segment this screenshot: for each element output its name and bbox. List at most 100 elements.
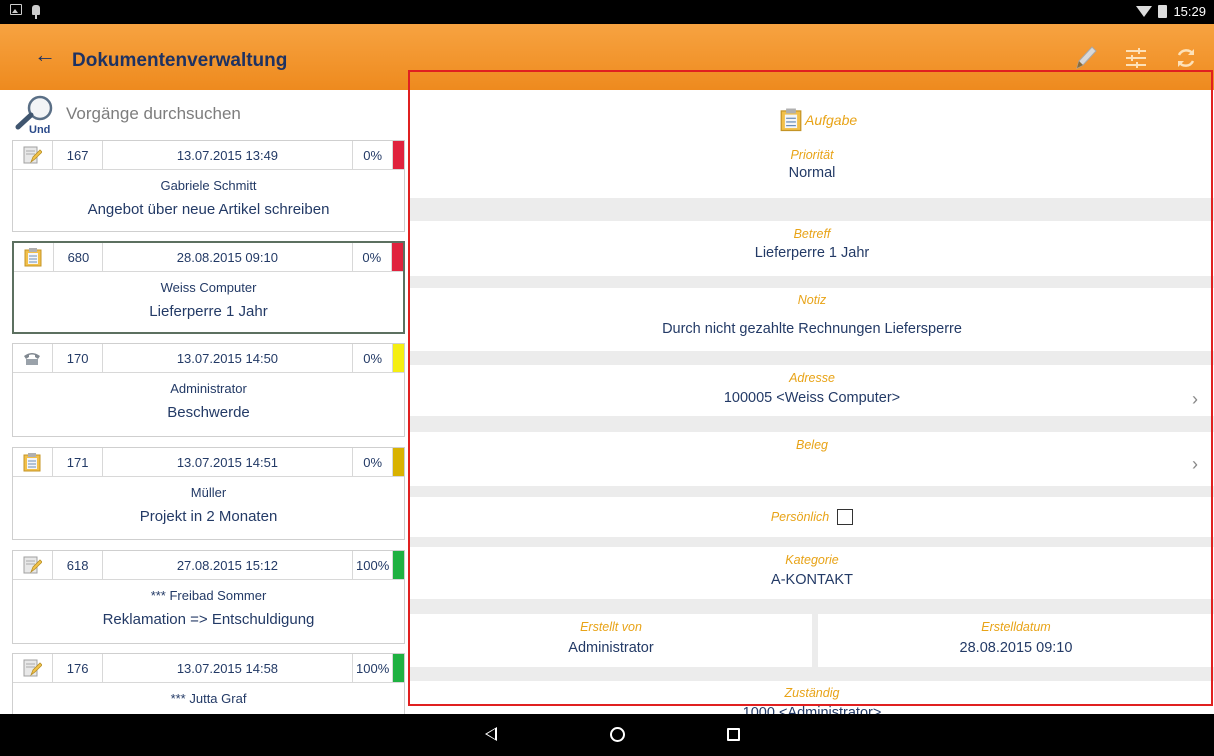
voucher-field[interactable]: Beleg › (410, 432, 1214, 486)
task-card[interactable]: 176 13.07.2015 14:58 100% *** Jutta Graf (12, 653, 405, 714)
task-subject: Lieferperre 1 Jahr (149, 303, 268, 320)
task-number: 167 (53, 141, 103, 169)
app-bar: ← Dokumentenverwaltung (0, 24, 1214, 90)
task-number: 171 (53, 448, 103, 476)
voucher-label: Beleg (796, 438, 828, 452)
task-card[interactable]: 618 27.08.2015 15:12 100% *** Freibad So… (12, 550, 405, 644)
note-field[interactable]: Notiz Durch nicht gezahlte Rechnungen Li… (410, 288, 1214, 351)
category-label: Kategorie (785, 553, 839, 567)
pin-notification-icon (32, 4, 40, 19)
system-nav-bar (0, 714, 1214, 756)
search-label: Vorgänge durchsuchen (66, 104, 241, 123)
subject-value: Lieferperre 1 Jahr (754, 245, 870, 261)
priority-color-bar (393, 654, 404, 682)
nav-back-icon[interactable] (485, 727, 497, 741)
note-edit-icon (13, 551, 53, 579)
task-person: *** Jutta Graf (170, 691, 247, 706)
chevron-right-icon[interactable]: › (1192, 454, 1198, 475)
created-date-label: Erstelldatum (981, 620, 1051, 634)
priority-value: Normal (788, 165, 836, 181)
responsible-label: Zuständig (784, 686, 840, 700)
nav-recents-icon[interactable] (727, 728, 740, 741)
task-date: 27.08.2015 15:12 (103, 551, 354, 579)
task-person: *** Freibad Sommer (150, 588, 267, 603)
priority-color-bar (393, 344, 404, 372)
created-by-value: Administrator (568, 640, 654, 656)
arrow-left-icon[interactable]: ← (34, 44, 56, 66)
magnifier-icon[interactable]: Und (12, 94, 60, 136)
task-person: Müller (190, 485, 227, 500)
task-progress: 0% (353, 448, 394, 476)
created-date-value: 28.08.2015 09:10 (959, 640, 1073, 656)
task-type-label: Aufgabe (805, 111, 858, 128)
category-value: A-KONTAKT (771, 572, 853, 588)
task-card[interactable]: 170 13.07.2015 14:50 0% Administrator Be… (12, 343, 405, 437)
task-date: 13.07.2015 14:58 (103, 654, 354, 682)
task-person: Administrator (170, 381, 247, 396)
wifi-icon (1136, 6, 1153, 17)
clipboard-icon (14, 243, 54, 271)
priority-color-bar (393, 141, 404, 169)
task-number: 618 (53, 551, 103, 579)
task-date: 13.07.2015 14:50 (103, 344, 354, 372)
task-card[interactable]: 167 13.07.2015 13:49 0% Gabriele Schmitt… (12, 140, 405, 232)
task-card-selected[interactable]: 680 28.08.2015 09:10 0% Weiss Computer L… (12, 241, 405, 334)
clipboard-icon (780, 108, 802, 132)
and-badge: Und (29, 124, 50, 134)
subject-label: Betreff (793, 227, 831, 241)
task-person: Weiss Computer (160, 280, 257, 295)
note-label: Notiz (797, 293, 827, 307)
task-subject: Projekt in 2 Monaten (139, 508, 278, 525)
status-bar: 15:29 (0, 0, 1214, 24)
task-detail-panel: Aufgabe Priorität Normal Betreff Lieferp… (410, 90, 1214, 714)
task-subject: Reklamation => Entschuldigung (102, 611, 315, 628)
responsible-value: 1000 <Administrator> (742, 705, 882, 714)
category-field[interactable]: Kategorie A-KONTAKT (410, 547, 1214, 599)
personal-label: Persönlich (770, 510, 830, 524)
nav-home-icon[interactable] (610, 727, 625, 742)
task-progress: 0% (353, 141, 394, 169)
task-progress: 100% (353, 654, 394, 682)
priority-color-bar (393, 551, 404, 579)
created-by-label: Erstellt von (580, 620, 642, 634)
task-date: 13.07.2015 13:49 (103, 141, 354, 169)
page-title: Dokumentenverwaltung (72, 50, 288, 71)
note-value: Durch nicht gezahlte Rechnungen Liefersp… (662, 321, 962, 337)
note-edit-icon (13, 141, 53, 169)
priority-color-bar (392, 243, 403, 271)
created-by-field: Erstellt von Administrator (410, 614, 812, 667)
header-block: Aufgabe Priorität Normal (410, 90, 1214, 198)
pencil-icon[interactable] (1072, 44, 1100, 72)
task-date: 13.07.2015 14:51 (103, 448, 354, 476)
task-person: Gabriele Schmitt (160, 178, 257, 193)
personal-field: Persönlich (410, 497, 1214, 537)
note-edit-icon (13, 654, 53, 682)
task-card[interactable]: 171 13.07.2015 14:51 0% Müller Projekt i… (12, 447, 405, 540)
task-subject: Beschwerde (167, 404, 250, 421)
task-list-panel: Und Vorgänge durchsuchen 167 13.07.2015 … (0, 90, 410, 714)
address-label: Adresse (789, 371, 835, 385)
filter-sliders-icon[interactable] (1122, 44, 1150, 72)
task-number: 170 (53, 344, 103, 372)
task-progress: 0% (353, 344, 394, 372)
phone-icon (13, 344, 53, 372)
subject-field[interactable]: Betreff Lieferperre 1 Jahr (410, 221, 1214, 276)
task-number: 176 (53, 654, 103, 682)
task-type: Aufgabe (780, 107, 857, 132)
task-date: 28.08.2015 09:10 (103, 243, 353, 271)
priority-label: Priorität (790, 148, 834, 162)
task-number: 680 (54, 243, 104, 271)
personal-checkbox[interactable] (837, 509, 854, 525)
responsible-field[interactable]: Zuständig 1000 <Administrator> (410, 681, 1214, 714)
clipboard-icon (13, 448, 53, 476)
task-progress: 0% (353, 243, 393, 271)
address-field[interactable]: Adresse 100005 <Weiss Computer> › (410, 365, 1214, 416)
chevron-right-icon[interactable]: › (1192, 389, 1198, 410)
refresh-icon[interactable] (1172, 44, 1200, 72)
task-subject: Angebot über neue Artikel schreiben (87, 201, 330, 218)
priority-color-bar (393, 448, 404, 476)
address-value: 100005 <Weiss Computer> (723, 390, 901, 406)
clock: 15:29 (1173, 4, 1206, 19)
search-bar[interactable]: Und Vorgänge durchsuchen (0, 90, 410, 138)
image-notification-icon (10, 4, 22, 15)
